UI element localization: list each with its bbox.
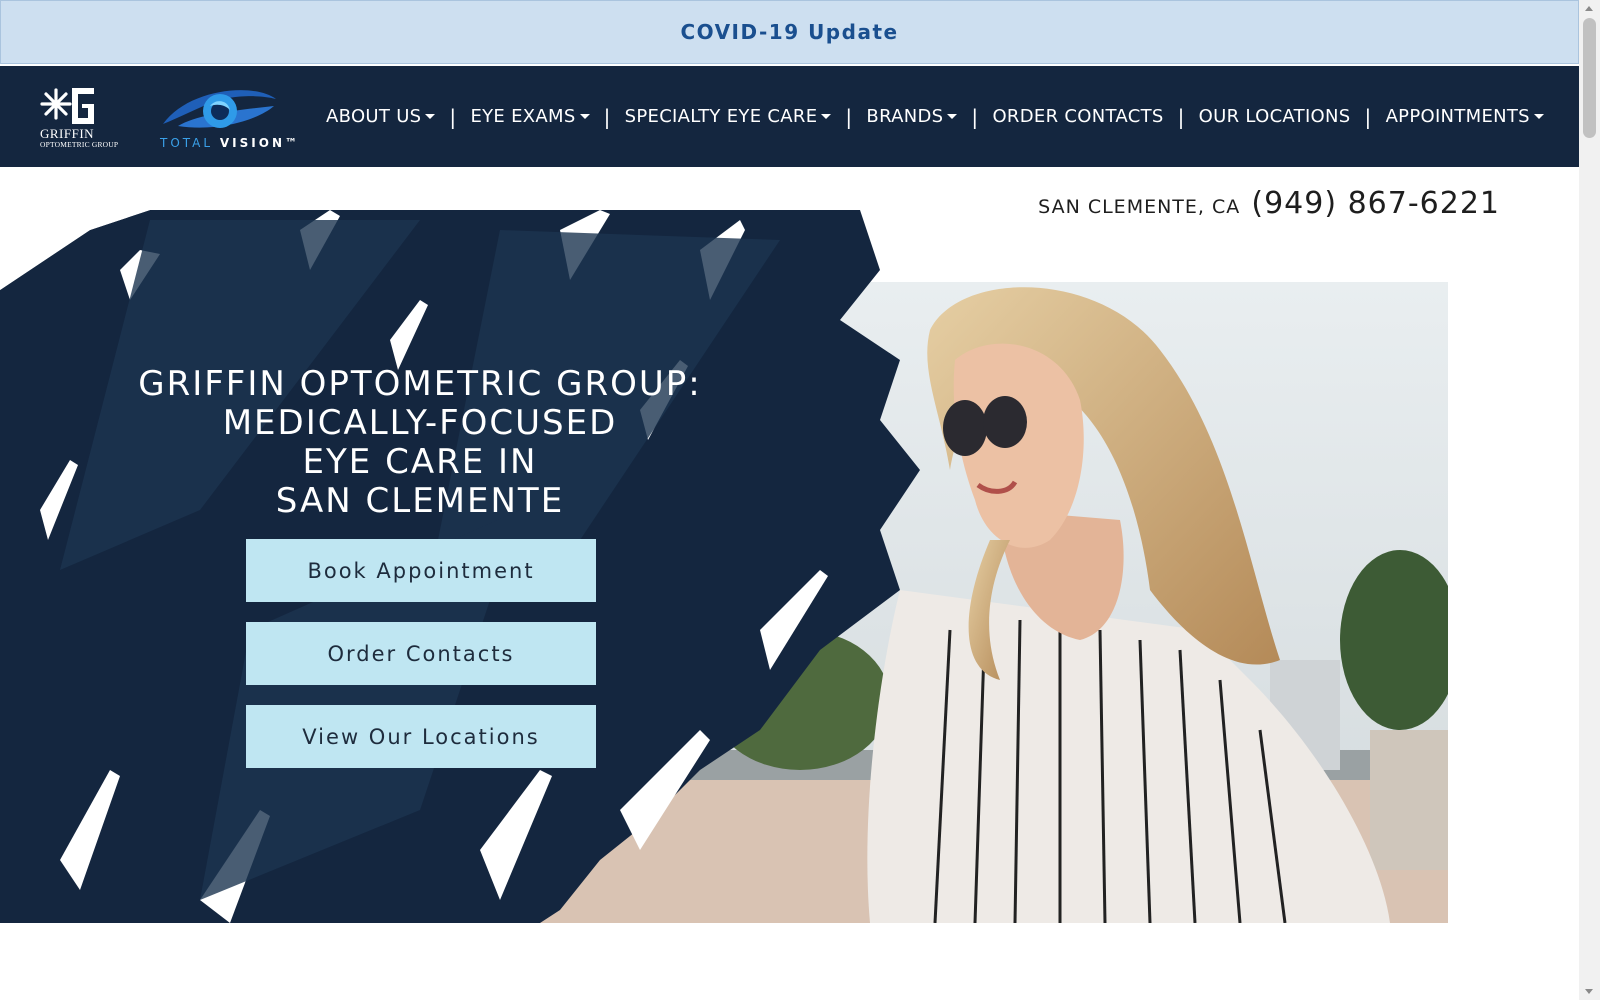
total-vision-word-1: TOTAL (160, 136, 220, 150)
hero-section: GRIFFIN OPTOMETRIC GROUP: MEDICALLY-FOCU… (0, 210, 1448, 923)
scrollbar-thumb[interactable] (1583, 18, 1596, 138)
total-vision-eye-icon (163, 90, 276, 128)
nav-item-label: ABOUT US (326, 106, 422, 127)
total-vision-logo[interactable]: TOTAL VISION™ (158, 84, 298, 156)
scroll-up-icon[interactable] (1585, 6, 1593, 11)
page-scrollbar[interactable] (1579, 0, 1600, 1000)
nav-separator: | (1177, 104, 1185, 129)
hero-title-line: GRIFFIN OPTOMETRIC GROUP: (138, 364, 702, 404)
main-navbar: GRIFFIN OPTOMETRIC GROUP TOTAL VISION™ A… (0, 66, 1579, 167)
nav-item-eye-exams[interactable]: EYE EXAMS (470, 106, 590, 127)
nav-item-about-us[interactable]: ABOUT US (326, 106, 436, 127)
griffin-logo[interactable]: GRIFFIN OPTOMETRIC GROUP (38, 82, 134, 154)
hero-image (0, 210, 1448, 923)
view-locations-button[interactable]: View Our Locations (246, 705, 596, 768)
covid-banner: COVID-19 Update (0, 0, 1579, 64)
chevron-down-icon (1533, 114, 1544, 119)
griffin-logo-mark-icon (40, 88, 94, 124)
hero-title: GRIFFIN OPTOMETRIC GROUP: MEDICALLY-FOCU… (120, 365, 720, 521)
nav-item-label: BRANDS (866, 106, 944, 127)
griffin-logo-subtitle: OPTOMETRIC GROUP (40, 140, 119, 149)
nav-separator: | (603, 104, 611, 129)
chevron-down-icon (821, 114, 832, 119)
nav-item-label: ORDER CONTACTS (992, 106, 1164, 127)
total-vision-wordmark: TOTAL VISION™ (160, 136, 300, 150)
nav-item-brands[interactable]: BRANDS (866, 106, 958, 127)
nav-item-label: EYE EXAMS (470, 106, 576, 127)
nav-item-appointments[interactable]: APPOINTMENTS (1386, 106, 1544, 127)
book-appointment-button[interactable]: Book Appointment (246, 539, 596, 602)
scroll-down-icon[interactable] (1585, 989, 1593, 994)
nav-item-label: OUR LOCATIONS (1198, 106, 1351, 127)
nav-item-label: SPECIALTY EYE CARE (624, 106, 818, 127)
nav-item-specialty-eye-care[interactable]: SPECIALTY EYE CARE (625, 106, 832, 127)
chevron-down-icon (947, 114, 958, 119)
nav-item-our-locations[interactable]: OUR LOCATIONS (1199, 106, 1351, 127)
hero-title-line: EYE CARE IN (302, 442, 538, 482)
covid-update-link[interactable]: COVID-19 Update (680, 20, 898, 44)
hero-title-line: MEDICALLY-FOCUSED (222, 403, 618, 443)
total-vision-word-2: VISION™ (219, 136, 300, 150)
nav-menu: ABOUT US | EYE EXAMS | SPECIALTY EYE CAR… (326, 66, 1544, 167)
chevron-down-icon (425, 114, 436, 119)
nav-separator: | (971, 104, 979, 129)
nav-separator: | (845, 104, 853, 129)
nav-item-label: APPOINTMENTS (1385, 106, 1530, 127)
chevron-down-icon (579, 114, 590, 119)
nav-separator: | (449, 104, 457, 129)
nav-item-order-contacts[interactable]: ORDER CONTACTS (992, 106, 1163, 127)
hero-title-line: SAN CLEMENTE (275, 481, 565, 521)
order-contacts-button[interactable]: Order Contacts (246, 622, 596, 685)
nav-separator: | (1364, 104, 1372, 129)
